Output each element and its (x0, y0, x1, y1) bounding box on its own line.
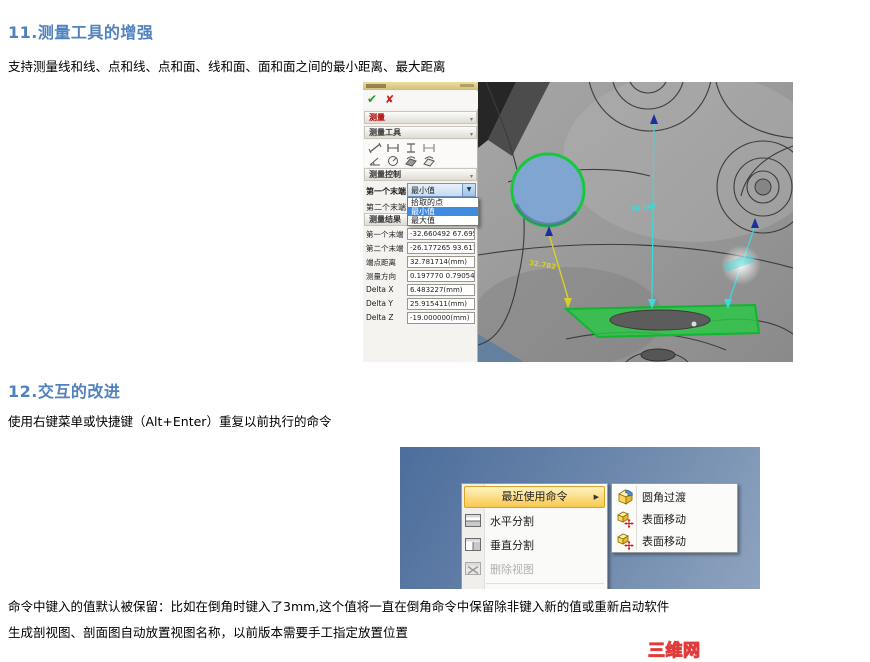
first-end-label: 第一个末端 (366, 187, 406, 196)
result-label: 端点距离 (366, 258, 396, 267)
submenu-item-label: 表面移动 (642, 513, 686, 526)
context-submenu: 圆角过渡 表面移动 表面移动 (611, 483, 738, 553)
submenu-arrow-icon: ▶ (593, 493, 599, 501)
result-field[interactable]: -26.177265 93.611 (407, 242, 475, 254)
panel-confirm-bar: ✔ ✘ (363, 91, 478, 109)
document-page: 11.测量工具的增强 支持测量线和线、点和线、点和面、线和面、面和面之间的最小距… (0, 0, 870, 662)
result-field[interactable]: 0.197770 0.790545 (407, 270, 475, 282)
submenu-item-label: 表面移动 (642, 535, 686, 548)
dropdown-option[interactable]: 最大值 (408, 216, 478, 225)
section-bar-control-label: 测量控制 (369, 170, 401, 179)
result-row: Delta X 6.483227(mm) (363, 284, 478, 298)
submenu-item-label: 圆角过渡 (642, 491, 686, 504)
result-label: 测量方向 (366, 272, 396, 281)
section-bar-measure[interactable]: 测量 ▾ (364, 111, 477, 124)
result-row: 第二个末端 -26.177265 93.611 (363, 242, 478, 256)
site-watermark: 三维网www.3dportal.cn (648, 641, 819, 662)
measure-span-icon[interactable] (422, 142, 436, 154)
result-field[interactable]: 6.483227(mm) (407, 284, 475, 296)
measure-horizontal-icon[interactable] (386, 142, 400, 154)
measure-radius-icon[interactable] (386, 155, 400, 167)
menu-item-label: 删除视图 (490, 563, 534, 576)
panel-titlebar[interactable] (363, 82, 478, 90)
collapse-arrow-icon: ▾ (469, 116, 473, 123)
menu-item-vertical-split[interactable]: 垂直分割 (462, 533, 607, 557)
result-label: 第二个末端 (366, 244, 404, 253)
section-bar-tools[interactable]: 测量工具 ▾ (364, 126, 477, 139)
section-12-body: 使用右键菜单或快捷键（Alt+Enter）重复以前执行的命令 (8, 414, 332, 429)
footer-line-1: 命令中键入的值默认被保留：比如在倒角时键入了3mm,这个值将一直在倒角命令中保留… (8, 599, 670, 614)
cancel-x-icon[interactable]: ✘ (385, 93, 394, 106)
menu-separator (486, 583, 604, 584)
viewport-3d[interactable]: 70.247 32.782 (478, 82, 793, 362)
measure-angle-icon[interactable] (368, 155, 382, 167)
measure-screenshot: ✔ ✘ 测量 ▾ 测量工具 ▾ 测量控制 ▾ 第一个末端 最小值 ▼ 第二个末端… (363, 82, 793, 362)
delete-view-icon (465, 562, 481, 575)
second-end-label: 第二个末端 (366, 203, 406, 212)
submenu-item-fillet[interactable]: 圆角过渡 (612, 486, 737, 508)
measure-distance-icon[interactable] (368, 142, 382, 154)
submenu-item-face-move[interactable]: 表面移动 (612, 530, 737, 552)
result-row: Delta Z -19.000000(mm) (363, 312, 478, 326)
section-bar-control[interactable]: 测量控制 ▾ (364, 168, 477, 181)
menu-item-label: 水平分割 (490, 515, 534, 528)
section-bar-tools-label: 测量工具 (369, 128, 401, 137)
measure-tools-toolbar (364, 140, 477, 167)
result-field[interactable]: 32.781714(mm) (407, 256, 475, 268)
collapse-arrow-icon: ▾ (469, 131, 473, 138)
first-end-combobox[interactable]: 最小值 ▼ (407, 183, 476, 197)
submenu-item-face-move[interactable]: 表面移动 (612, 508, 737, 530)
result-label: 第一个末端 (366, 230, 404, 239)
face-move-cube-icon (617, 533, 634, 551)
section-11-heading: 11.测量工具的增强 (8, 23, 154, 42)
result-label: Delta X (366, 285, 394, 294)
result-row: 端点距离 32.781714(mm) (363, 256, 478, 270)
menu-item-delete-view: 删除视图 (462, 557, 607, 581)
horizontal-split-icon (465, 514, 481, 527)
section-bar-measure-label: 测量 (369, 113, 385, 122)
result-field[interactable]: 25.915411(mm) (407, 298, 475, 310)
result-field[interactable]: -19.000000(mm) (407, 312, 475, 324)
titlebar-buttons (460, 84, 474, 87)
face-move-cube-icon (617, 511, 634, 529)
titlebar-text-smudge (366, 84, 386, 88)
footer-line-2: 生成剖视图、剖面图自动放置视图名称，以前版本需要手工指定放置位置 (8, 625, 409, 640)
measure-face-icon[interactable] (422, 155, 436, 167)
result-row: Delta Y 25.915411(mm) (363, 298, 478, 312)
result-field[interactable]: -32.660492 67.695 (407, 228, 475, 240)
vertical-split-icon (465, 538, 481, 551)
measure-panel: ✔ ✘ 测量 ▾ 测量工具 ▾ 测量控制 ▾ 第一个末端 最小值 ▼ 第二个末端… (363, 82, 479, 362)
result-label: Delta Y (366, 299, 393, 308)
measure-vertical-icon[interactable] (404, 142, 418, 154)
menu-item-label: 最近使用命令 (501, 490, 568, 503)
section-bar-results-label: 测量结果 (369, 215, 401, 224)
chevron-down-icon[interactable]: ▼ (462, 184, 475, 196)
dropdown-option[interactable]: 拾取的点 (408, 198, 478, 207)
context-menu: 最近使用命令 ▶ 水平分割 垂直分割 删除视图 (461, 483, 608, 589)
result-row: 测量方向 0.197770 0.790545 (363, 270, 478, 284)
context-menu-screenshot: 最近使用命令 ▶ 水平分割 垂直分割 删除视图 圆角过渡 表面移动 表面移动 (400, 447, 760, 589)
collapse-arrow-icon: ▾ (469, 173, 473, 180)
result-label: Delta Z (366, 313, 394, 322)
confirm-check-icon[interactable]: ✔ (367, 92, 377, 106)
menu-item-horizontal-split[interactable]: 水平分割 (462, 509, 607, 533)
menu-item-label: 垂直分割 (490, 539, 534, 552)
combobox-value: 最小值 (411, 186, 435, 195)
menu-item-recent-commands[interactable]: 最近使用命令 ▶ (464, 486, 605, 508)
fillet-cube-icon (618, 489, 633, 505)
measure-face-dark-icon[interactable] (404, 155, 418, 167)
first-end-dropdown-list: 拾取的点 最小值 最大值 (407, 197, 479, 226)
result-row: 第一个末端 -32.660492 67.695 (363, 228, 478, 242)
section-12-heading: 12.交互的改进 (8, 382, 121, 401)
dropdown-option-selected[interactable]: 最小值 (408, 207, 478, 216)
part-3d-render (478, 82, 793, 362)
section-11-body: 支持测量线和线、点和线、点和面、线和面、面和面之间的最小距离、最大距离 (8, 59, 446, 74)
